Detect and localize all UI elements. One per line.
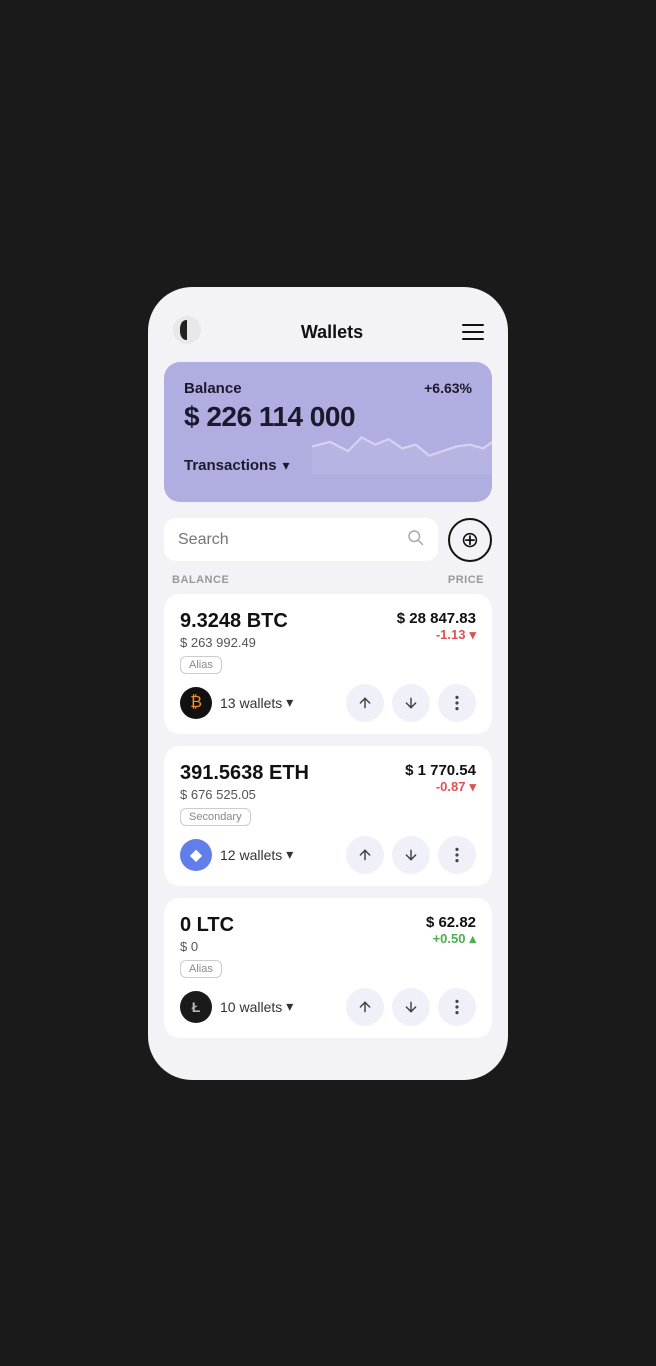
more-button-btc[interactable]: [438, 684, 476, 722]
header: Wallets: [148, 307, 508, 362]
wallets-count-eth[interactable]: 12 wallets ▾: [220, 846, 293, 863]
wallets-count-ltc[interactable]: 10 wallets ▾: [220, 998, 293, 1015]
coin-price-eth: $ 1 770.54: [405, 762, 476, 779]
eth-logo: ◆: [180, 839, 212, 871]
more-button-ltc[interactable]: [438, 988, 476, 1026]
search-icon: [406, 528, 424, 551]
logo-icon: [172, 315, 202, 350]
receive-button-ltc[interactable]: [392, 988, 430, 1026]
chevron-down-icon: ▾: [286, 846, 293, 863]
coin-change-eth: -0.87 ▾: [405, 779, 476, 795]
balance-card: Balance +6.63% $ 226 114 000 Transaction…: [164, 362, 492, 502]
send-button-eth[interactable]: [346, 836, 384, 874]
coin-change-btc: -1.13 ▾: [397, 627, 476, 643]
page-title: Wallets: [301, 322, 363, 343]
receive-button-btc[interactable]: [392, 684, 430, 722]
coin-price-ltc: $ 62.82: [426, 914, 476, 931]
alias-badge-ltc: Alias: [180, 960, 222, 978]
phone-shell: Wallets Balance +6.63% $ 226 114 000 Tra…: [148, 287, 508, 1080]
search-box: [164, 518, 438, 561]
add-wallet-button[interactable]: ⊕: [448, 518, 492, 562]
btc-logo: ₿: [180, 687, 212, 719]
coin-usd-ltc: $ 0: [180, 939, 234, 954]
price-col-header: PRICE: [448, 574, 484, 586]
coin-amount-eth: 391.5638 ETH: [180, 762, 309, 785]
balance-col-header: BALANCE: [172, 574, 229, 586]
coin-card-eth: 391.5638 ETH $ 676 525.05 $ 1 770.54 -0.…: [164, 746, 492, 886]
coin-price-btc: $ 28 847.83: [397, 610, 476, 627]
coin-amount-btc: 9.3248 BTC: [180, 610, 288, 633]
coin-change-ltc: +0.50 ▴: [426, 931, 476, 947]
coin-usd-eth: $ 676 525.05: [180, 787, 309, 802]
alias-badge-eth: Secondary: [180, 808, 251, 826]
chevron-down-icon: ▾: [283, 457, 290, 474]
down-triangle-icon: ▾: [469, 627, 476, 643]
coin-card-ltc: 0 LTC $ 0 $ 62.82 +0.50 ▴ Alias Ł 10 wal…: [164, 898, 492, 1038]
ltc-logo: Ł: [180, 991, 212, 1023]
balance-percent: +6.63%: [424, 380, 472, 396]
send-button-btc[interactable]: [346, 684, 384, 722]
chevron-down-icon: ▾: [286, 998, 293, 1015]
menu-icon[interactable]: [462, 324, 484, 340]
up-triangle-icon: ▴: [469, 931, 476, 947]
column-headers: BALANCE PRICE: [148, 562, 508, 594]
receive-button-eth[interactable]: [392, 836, 430, 874]
coin-card-btc: 9.3248 BTC $ 263 992.49 $ 28 847.83 -1.1…: [164, 594, 492, 734]
wallets-count-btc[interactable]: 13 wallets ▾: [220, 694, 293, 711]
search-row: ⊕: [164, 518, 492, 562]
add-icon: ⊕: [461, 527, 479, 553]
search-input[interactable]: [178, 531, 398, 549]
transactions-label: Transactions: [184, 457, 277, 474]
down-triangle-icon: ▾: [469, 779, 476, 795]
more-button-eth[interactable]: [438, 836, 476, 874]
chevron-down-icon: ▾: [286, 694, 293, 711]
coin-usd-btc: $ 263 992.49: [180, 635, 288, 650]
send-button-ltc[interactable]: [346, 988, 384, 1026]
balance-chart: [312, 419, 492, 474]
alias-badge-btc: Alias: [180, 656, 222, 674]
coin-amount-ltc: 0 LTC: [180, 914, 234, 937]
